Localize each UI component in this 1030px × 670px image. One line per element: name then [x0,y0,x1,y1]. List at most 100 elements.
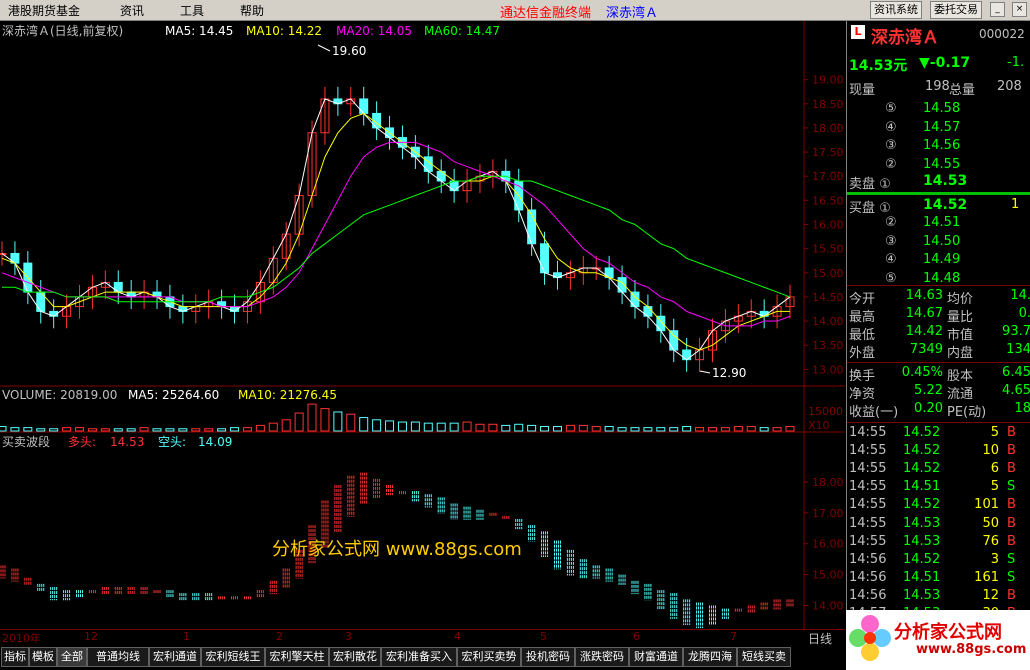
tab-1[interactable]: 模板 [29,647,57,667]
volume-bar [682,426,692,432]
volume-bar [255,424,265,432]
stat-l1: 今开 [849,292,876,307]
date-label-8: 7 [730,630,737,643]
volume-bar [113,428,123,432]
indicator-name: 买卖波段 [2,434,50,449]
tick-volume: 10 [982,443,999,459]
indicator-tick-label: 15.00 [812,569,844,582]
tab-9[interactable]: 宏利买卖势 [457,647,521,667]
tab-6[interactable]: 宏利擎天柱 [265,647,329,667]
tick-row: 14:55 14.53 76 B [847,534,1030,552]
volume-bar [230,427,240,432]
date-label-3: 2 [276,630,283,643]
news-system-button[interactable]: 资讯系统 [870,1,922,19]
volume-bar [100,428,110,432]
volume-ma10-label: MA10: 21276.45 [238,388,337,402]
date-label-7: 6 [633,630,640,643]
tick-time: 14:56 [849,551,887,567]
menu-item-tools[interactable]: 工具 [180,2,204,19]
volume-bar [695,427,705,432]
buy-level-label: ⑤ [885,270,897,286]
volume-bar [307,403,317,432]
tab-2[interactable]: 全部 [57,647,87,667]
tick-side: B [1007,497,1016,513]
volume-bar [578,424,588,432]
tab-3[interactable]: 普通均线 [87,647,149,667]
ma-line-ma20 [1,141,791,327]
volume-bar [126,428,136,432]
tab-14[interactable]: 短线买卖 [737,647,791,667]
minimize-icon[interactable]: _ [990,2,1005,17]
stat-v2: 93.7 [1002,324,1030,339]
price-tick-label: 18.50 [812,98,844,111]
buy-level-label: ④ [885,252,897,267]
volume-bar [0,426,7,432]
menu-item-help[interactable]: 帮助 [240,2,264,19]
indicator-tick-label: 16.00 [812,538,844,551]
stat-l2: PE(动) [947,405,987,420]
chart-area[interactable]: 深赤湾Ａ(日线,前复权) MA5: 14.45 MA10: 14.22 MA20… [0,21,845,629]
tab-4[interactable]: 宏利通道 [149,647,201,667]
sell-level-label: ② [885,156,897,172]
tick-price: 14.51 [903,569,941,585]
app-title: 通达信金融终端 [500,6,592,21]
tab-7[interactable]: 宏利散花 [329,647,381,667]
tab-5[interactable]: 宏利短线王 [201,647,265,667]
volume-bar [372,419,382,432]
volume-bar [436,422,446,432]
site-logo: 分析家公式网 www.88gs.com [846,610,1030,670]
price-tick-label: 13.50 [812,339,844,352]
tab-0[interactable]: 指标 [1,647,29,667]
volume-bar [294,412,304,432]
volume-bar [49,428,59,432]
tick-row: 14:56 14.53 12 B [847,588,1030,606]
volume-bar [514,423,524,432]
date-label-0: 2010年 [2,632,41,645]
bear-label: 空头: [158,435,186,449]
volume-bar [604,426,614,432]
volume-bar [733,426,743,432]
tab-13[interactable]: 龙腾四海 [683,647,737,667]
indicator-tick-label: 14.00 [812,600,844,613]
tick-side: B [1007,533,1016,549]
trade-button[interactable]: 委托交易 [930,1,982,19]
tab-8[interactable]: 宏利准备买入 [381,647,457,667]
tab-10[interactable]: 投机密码 [521,647,575,667]
tick-row: 14:55 14.52 101 B [847,497,1030,515]
close-icon[interactable]: × [1012,2,1027,17]
tick-row: 14:56 14.51 161 S [847,570,1030,588]
stat-row: 最高 14.67 量比 0. [847,306,1030,325]
divider-2 [847,362,1030,363]
bear-value: 14.09 [198,435,232,449]
date-label-6: 5 [540,630,547,643]
buy-price: 14.51 [923,215,961,230]
tick-time: 14:55 [849,533,887,549]
volume-bar [62,427,72,432]
stat-l1: 最高 [849,310,876,325]
sell-price: 14.58 [923,101,961,116]
volume-bar [591,426,601,432]
high-pointer [317,44,331,52]
tick-price: 14.52 [903,551,941,567]
tick-volume: 161 [974,569,999,585]
volume-bar [617,427,627,432]
volume-bar [359,417,369,432]
tick-time: 14:55 [849,497,887,513]
stat-v2: 14. [1010,288,1030,303]
sell-row: ③ 14.56 [847,138,1030,156]
tab-12[interactable]: 财富通道 [629,647,683,667]
sell-price: 14.56 [923,138,961,153]
high-annotation: 19.60 [332,44,366,58]
tick-price: 14.52 [903,497,941,513]
menu-item-news[interactable]: 资讯 [120,2,144,19]
volume-label: VOLUME: 20819.00 [2,388,117,402]
menu-item-hk-futures[interactable]: 港股期货基金 [8,2,80,19]
date-label-5: 4 [454,630,461,643]
stat-v2: 0. [1018,306,1030,321]
indicator-tick-label: 17.00 [812,507,844,520]
stat-v2: 6.45 [1002,365,1030,380]
sell-level-label: ⑤ [885,101,897,116]
volume-bar [36,428,46,432]
tab-11[interactable]: 涨跌密码 [575,647,629,667]
ma10-label: MA10: 14.22 [246,24,322,38]
